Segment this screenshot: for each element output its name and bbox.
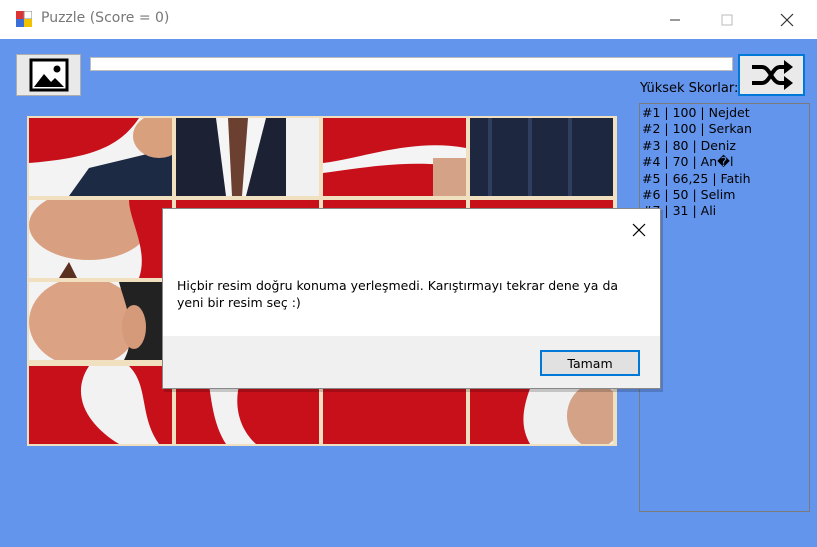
app-icon (16, 11, 32, 27)
puzzle-tile[interactable] (29, 118, 172, 196)
choose-image-button[interactable] (16, 54, 81, 96)
image-icon (29, 58, 68, 92)
maximize-button[interactable] (704, 0, 750, 39)
score-item[interactable]: #2 | 100 | Serkan (642, 121, 809, 137)
high-scores-label: Yüksek Skorlar: (640, 81, 739, 96)
score-item[interactable]: #3 | 80 | Deniz (642, 138, 809, 154)
score-item[interactable]: #5 | 66,25 | Fatih (642, 171, 809, 187)
minimize-button[interactable] (652, 0, 698, 39)
close-button[interactable] (764, 0, 810, 39)
score-item[interactable]: #7 | 31 | Ali (642, 203, 809, 219)
close-icon (780, 13, 794, 26)
minimize-icon (670, 19, 680, 20)
puzzle-tile[interactable] (29, 366, 172, 444)
high-scores-list[interactable]: #1 | 100 | Nejdet #2 | 100 | Serkan #3 |… (639, 103, 810, 512)
score-item[interactable]: #4 | 70 | An�l (642, 154, 809, 170)
dialog-message: Hiçbir resim doğru konuma yerleşmedi. Ka… (177, 278, 619, 310)
puzzle-tile[interactable] (470, 118, 613, 196)
window-title: Puzzle (Score = 0) (41, 10, 170, 26)
puzzle-tile[interactable] (323, 118, 466, 196)
score-item[interactable]: #6 | 50 | Selim (642, 187, 809, 203)
dialog-close-button[interactable] (626, 217, 652, 243)
maximize-icon (721, 14, 733, 25)
score-item[interactable]: #1 | 100 | Nejdet (642, 105, 809, 121)
close-icon (632, 223, 646, 237)
puzzle-tile[interactable] (176, 118, 319, 196)
puzzle-tile[interactable] (29, 200, 172, 278)
puzzle-tile[interactable] (29, 282, 172, 360)
ok-button[interactable]: Tamam (540, 350, 640, 376)
score-progress-bar (90, 57, 733, 71)
puzzle-window: Puzzle (Score = 0) Yüksek Skorlar: #1 | … (0, 0, 817, 547)
shuffle-icon (751, 60, 793, 90)
message-dialog: Hiçbir resim doğru konuma yerleşmedi. Ka… (162, 208, 661, 389)
title-bar: Puzzle (Score = 0) (0, 0, 817, 39)
dialog-footer: Tamam (163, 336, 660, 388)
shuffle-button[interactable] (738, 54, 805, 96)
